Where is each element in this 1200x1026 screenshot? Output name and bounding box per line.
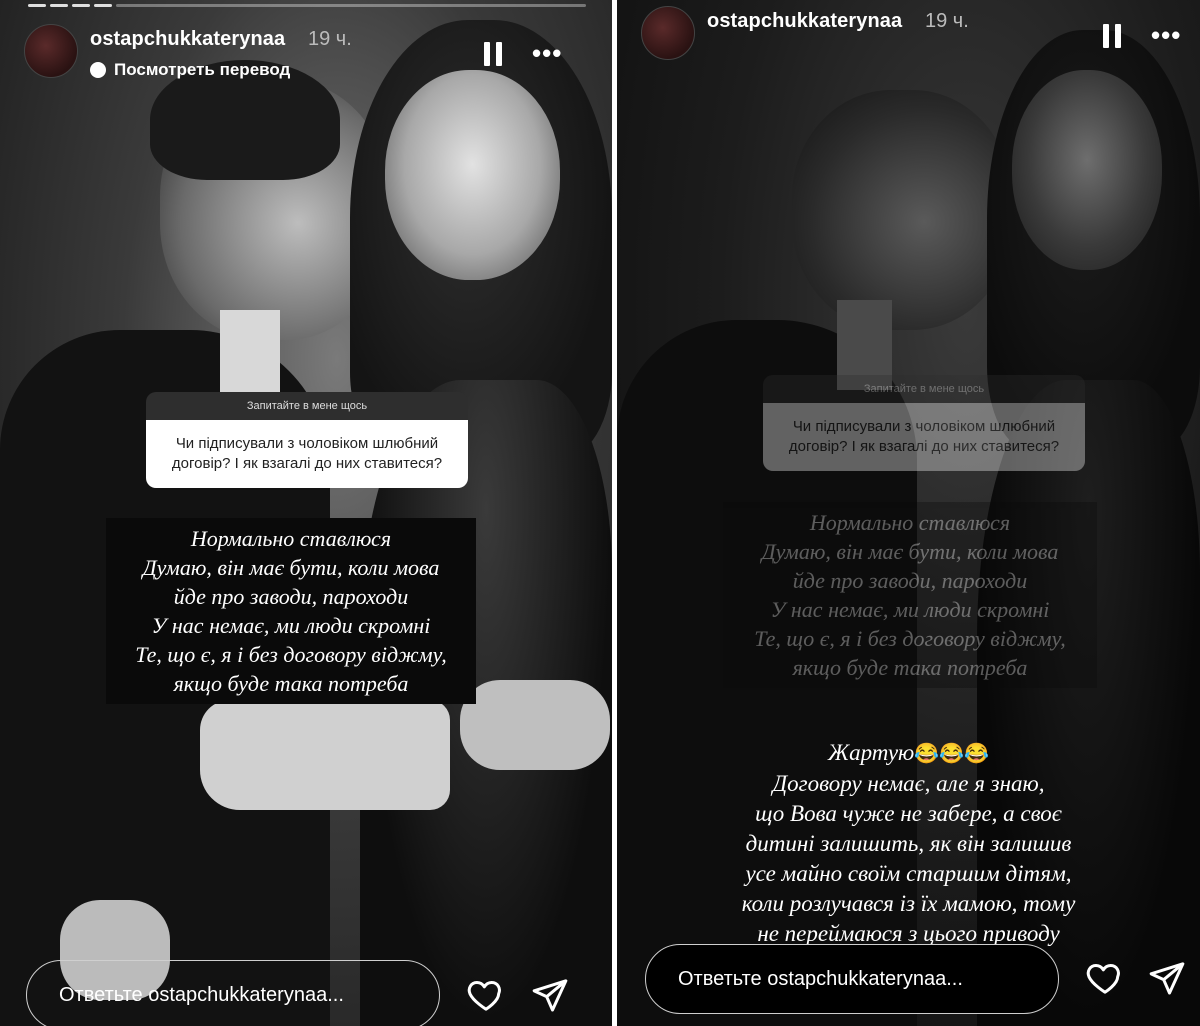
answer-line: Те, що є, я і без договору віджму, xyxy=(754,626,1066,651)
joke-word: Жартую xyxy=(828,740,915,765)
question-text: Чи підписували з чоловіком шлюбний догов… xyxy=(763,403,1085,471)
post-time: 19 ч. xyxy=(925,10,969,32)
story-right[interactable]: ostapchukkaterynaa 19 ч. ••• Запитайте в… xyxy=(617,0,1200,1026)
username[interactable]: ostapchukkaterynaa xyxy=(707,10,902,33)
heart-icon[interactable] xyxy=(1085,958,1125,998)
avatar[interactable] xyxy=(24,24,78,78)
answer-text-box: Нормально ставлюся Думаю, він має бути, … xyxy=(106,518,476,704)
question-sticker: Запитайте в мене щось Чи підписували з ч… xyxy=(146,392,468,488)
joke-line: що Вова чуже не забере, а своє xyxy=(755,801,1062,826)
username[interactable]: ostapchukkaterynaa xyxy=(90,28,285,51)
pause-icon[interactable] xyxy=(482,42,504,66)
reply-input[interactable]: Ответьте ostapchukkaterynaa... xyxy=(645,944,1059,1014)
answer-line: Те, що є, я і без договору віджму, xyxy=(135,642,447,667)
joke-text: Жартую😂😂😂 Договору немає, але я знаю, що… xyxy=(617,738,1200,949)
answer-line: якщо буде така потреба xyxy=(792,655,1028,680)
progress-segment xyxy=(72,4,90,7)
more-icon[interactable]: ••• xyxy=(1151,22,1181,48)
question-header: Запитайте в мене щось xyxy=(763,375,1085,403)
story-progress-bar xyxy=(28,4,586,7)
answer-line: Думаю, він має бути, коли мова xyxy=(761,539,1059,564)
send-icon[interactable] xyxy=(1147,958,1187,998)
answer-line: У нас немає, ми люди скромні xyxy=(770,597,1050,622)
laughing-emoji-icon: 😂😂😂 xyxy=(914,743,989,765)
question-header: Запитайте в мене щось xyxy=(146,392,468,420)
post-time: 19 ч. xyxy=(308,28,352,50)
more-icon[interactable]: ••• xyxy=(532,40,562,66)
story-photo xyxy=(0,0,612,1026)
heart-icon[interactable] xyxy=(466,975,506,1015)
answer-line: Нормально ставлюся xyxy=(809,510,1011,535)
joke-line: дитині залишить, як він залишив xyxy=(745,831,1072,856)
progress-segment xyxy=(94,4,112,7)
story-left[interactable]: ostapchukkaterynaa 19 ч. Посмотреть пере… xyxy=(0,0,612,1026)
translate-label: Посмотреть перевод xyxy=(114,60,291,79)
joke-line: Договору немає, але я знаю, xyxy=(772,771,1045,796)
answer-line: У нас немає, ми люди скромні xyxy=(151,613,431,638)
progress-segment xyxy=(28,4,46,7)
story-header: ostapchukkaterynaa 19 ч. ••• xyxy=(641,0,1180,60)
avatar[interactable] xyxy=(641,6,695,60)
answer-line: якщо буде така потреба xyxy=(173,671,409,696)
joke-line: усе майно своїм старшим дітям, xyxy=(745,861,1072,886)
progress-segment xyxy=(50,4,68,7)
pause-icon[interactable] xyxy=(1101,24,1123,48)
answer-line: йде про заводи, пароходи xyxy=(792,568,1028,593)
send-icon[interactable] xyxy=(530,975,570,1015)
answer-text-box: Нормально ставлюся Думаю, він має бути, … xyxy=(723,502,1097,688)
translate-icon xyxy=(90,62,106,78)
reply-input[interactable]: Ответьте ostapchukkaterynaa... xyxy=(26,960,440,1026)
progress-segment-remaining xyxy=(116,4,586,7)
story-header: ostapchukkaterynaa 19 ч. Посмотреть пере… xyxy=(24,14,588,80)
answer-line: Нормально ставлюся xyxy=(190,526,392,551)
question-sticker: Запитайте в мене щось Чи підписували з ч… xyxy=(763,375,1085,471)
translate-button[interactable]: Посмотреть перевод xyxy=(90,60,290,80)
question-text: Чи підписували з чоловіком шлюбний догов… xyxy=(146,420,468,488)
joke-line: коли розлучався із їх мамою, тому xyxy=(741,891,1076,916)
answer-line: Думаю, він має бути, коли мова xyxy=(142,555,440,580)
answer-line: йде про заводи, пароходи xyxy=(173,584,409,609)
